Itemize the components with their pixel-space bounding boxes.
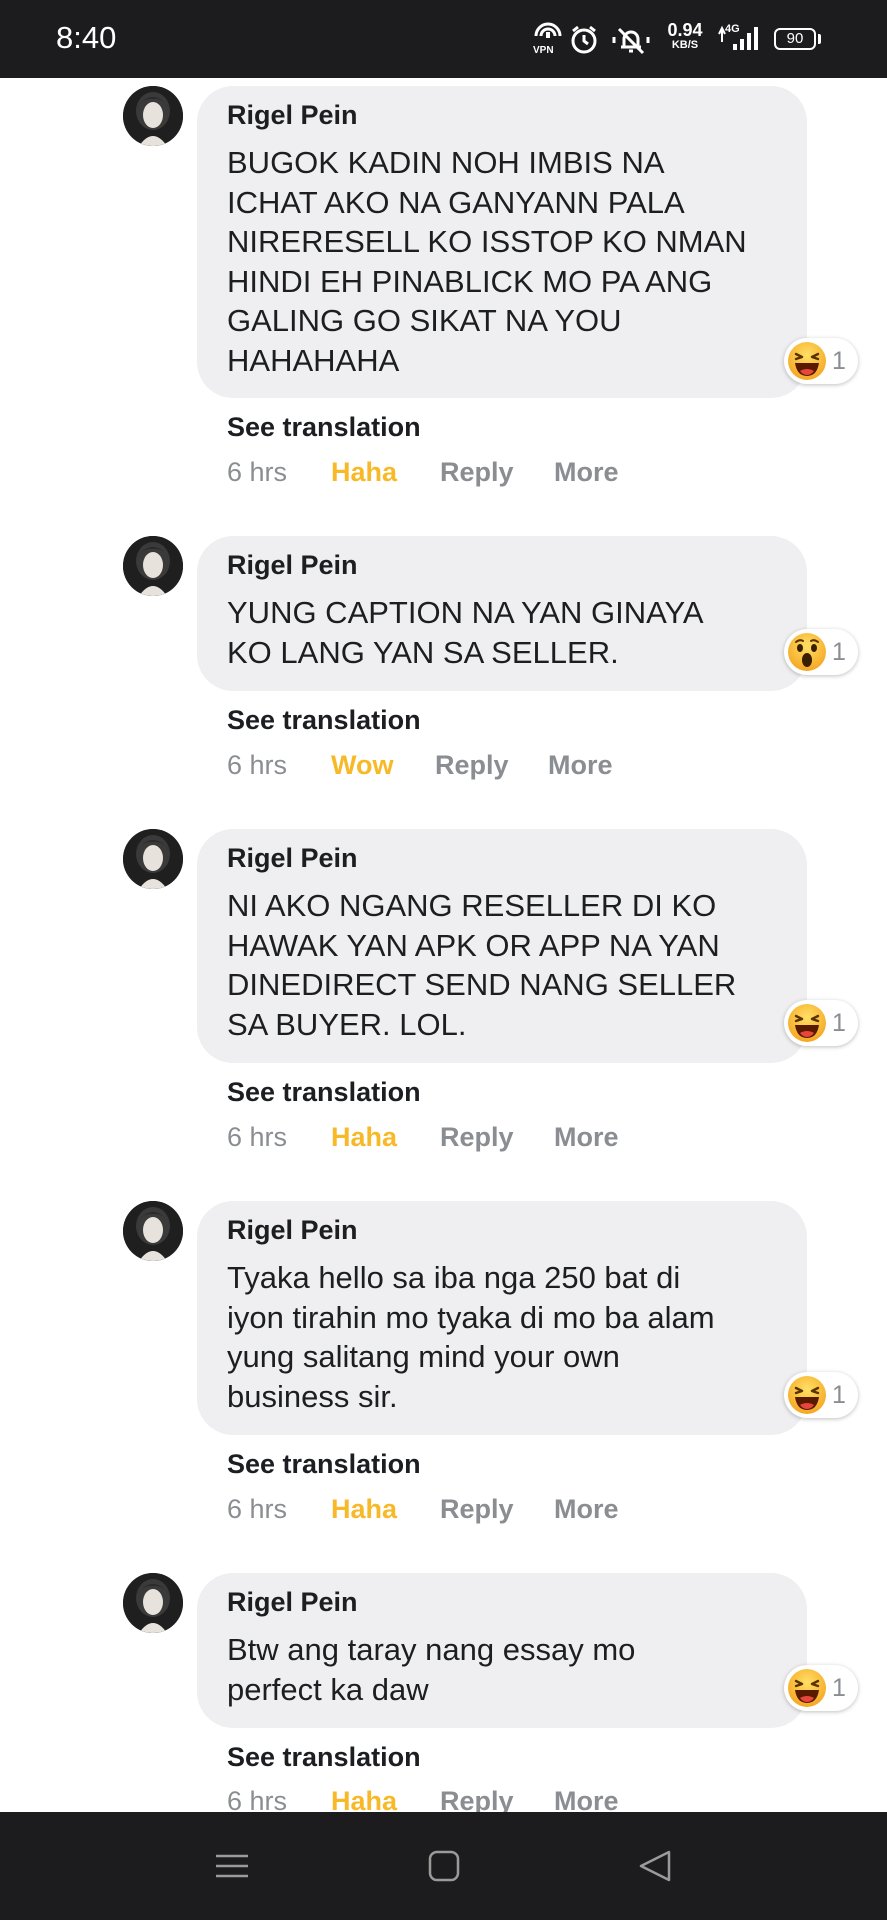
menu-icon[interactable]: [202, 1836, 262, 1896]
haha-emoji-icon: [788, 342, 826, 380]
see-translation-link[interactable]: See translation: [227, 1449, 421, 1480]
comment-timestamp[interactable]: 6 hrs: [227, 1494, 287, 1525]
network-speed: 0.94 KB/S: [661, 21, 709, 51]
reaction-badge[interactable]: 1: [784, 1372, 858, 1418]
reaction-count: 1: [832, 1381, 846, 1409]
comment-bubble[interactable]: Rigel Pein YUNG CAPTION NA YAN GINAYA KO…: [197, 536, 807, 691]
comment-author[interactable]: Rigel Pein: [227, 1587, 358, 1618]
alarm-icon: [569, 20, 599, 60]
silent-icon: [611, 20, 651, 60]
comment-bubble[interactable]: Rigel Pein Tyaka hello sa iba nga 250 ba…: [197, 1201, 807, 1435]
comment-text: Tyaka hello sa iba nga 250 bat di iyon t…: [227, 1260, 715, 1414]
see-translation-link[interactable]: See translation: [227, 1742, 421, 1773]
network-speed-value: 0.94: [667, 20, 703, 40]
status-icons: VPN 0.94 KB/S 4G 90: [531, 20, 831, 60]
network-speed-unit: KB/S: [671, 39, 699, 51]
battery-icon: 90: [774, 28, 816, 50]
signal-icon: 4G: [717, 20, 765, 60]
home-square-icon[interactable]: [414, 1836, 474, 1896]
see-translation-link[interactable]: See translation: [227, 412, 421, 443]
reaction-badge[interactable]: 1: [784, 338, 858, 384]
react-button[interactable]: Wow: [331, 750, 394, 781]
avatar[interactable]: [123, 536, 183, 596]
haha-emoji-icon: [788, 1669, 826, 1707]
back-triangle-icon[interactable]: [625, 1836, 685, 1896]
reaction-badge[interactable]: 1: [784, 1000, 858, 1046]
react-button[interactable]: Haha: [331, 1122, 397, 1153]
haha-emoji-icon: [788, 1004, 826, 1042]
comment-text: Btw ang taray nang essay mo perfect ka d…: [227, 1632, 636, 1707]
battery-level: 90: [786, 30, 804, 47]
comment-bubble[interactable]: Rigel Pein NI AKO NGANG RESELLER DI KO H…: [197, 829, 807, 1063]
reply-button[interactable]: Reply: [440, 1494, 514, 1525]
reaction-count: 1: [832, 347, 846, 375]
comment-timestamp[interactable]: 6 hrs: [227, 1122, 287, 1153]
more-button[interactable]: More: [548, 750, 613, 781]
comment-text: BUGOK KADIN NOH IMBIS NA ICHAT AKO NA GA…: [227, 145, 747, 378]
reaction-count: 1: [832, 638, 846, 666]
status-bar: 8:40 VPN 0.94 KB/S 4G 90: [0, 0, 887, 78]
avatar[interactable]: [123, 1201, 183, 1261]
comment-author[interactable]: Rigel Pein: [227, 100, 358, 131]
see-translation-link[interactable]: See translation: [227, 705, 421, 736]
reply-button[interactable]: Reply: [435, 750, 509, 781]
avatar[interactable]: [123, 86, 183, 146]
avatar[interactable]: [123, 1573, 183, 1633]
battery-tip: [818, 34, 821, 44]
vpn-label: VPN: [533, 45, 554, 56]
reaction-count: 1: [832, 1009, 846, 1037]
more-button[interactable]: More: [554, 1494, 619, 1525]
reaction-badge[interactable]: 1: [784, 629, 858, 675]
react-button[interactable]: Haha: [331, 457, 397, 488]
comment-author[interactable]: Rigel Pein: [227, 550, 358, 581]
wow-emoji-icon: [788, 633, 826, 671]
status-time: 8:40: [56, 20, 117, 55]
vpn-icon: VPN: [531, 20, 562, 60]
haha-emoji-icon: [788, 1376, 826, 1414]
more-button[interactable]: More: [554, 457, 619, 488]
comment-bubble[interactable]: Rigel Pein Btw ang taray nang essay mo p…: [197, 1573, 807, 1728]
more-button[interactable]: More: [554, 1122, 619, 1153]
reply-button[interactable]: Reply: [440, 457, 514, 488]
avatar[interactable]: [123, 829, 183, 889]
comment-text: YUNG CAPTION NA YAN GINAYA KO LANG YAN S…: [227, 595, 704, 670]
comment-timestamp[interactable]: 6 hrs: [227, 457, 287, 488]
see-translation-link[interactable]: See translation: [227, 1077, 421, 1108]
system-nav-bar: [0, 1812, 887, 1920]
comment-text: NI AKO NGANG RESELLER DI KO HAWAK YAN AP…: [227, 888, 737, 1042]
comment-bubble[interactable]: Rigel Pein BUGOK KADIN NOH IMBIS NA ICHA…: [197, 86, 807, 398]
react-button[interactable]: Haha: [331, 1494, 397, 1525]
reaction-count: 1: [832, 1674, 846, 1702]
reply-button[interactable]: Reply: [440, 1122, 514, 1153]
reaction-badge[interactable]: 1: [784, 1665, 858, 1711]
comment-author[interactable]: Rigel Pein: [227, 1215, 358, 1246]
comment-author[interactable]: Rigel Pein: [227, 843, 358, 874]
comment-timestamp[interactable]: 6 hrs: [227, 750, 287, 781]
